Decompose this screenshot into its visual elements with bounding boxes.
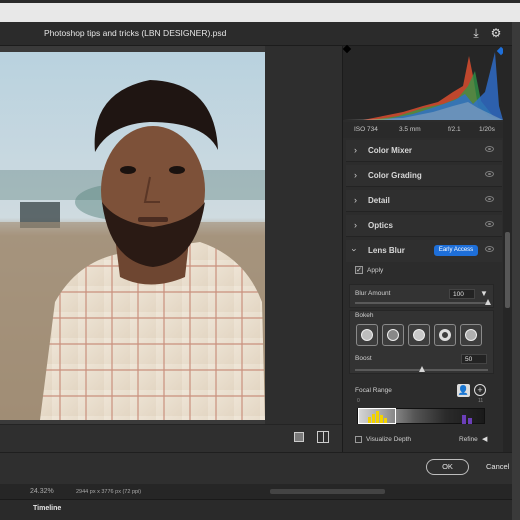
zoom-level[interactable]: 24.32%: [30, 488, 54, 495]
photo-preview: [0, 52, 265, 420]
section-label: Color Grading: [368, 171, 422, 180]
chevron-right-icon: ›: [354, 145, 357, 155]
timeline-title[interactable]: Timeline: [33, 505, 61, 512]
right-toolbar-edge: [512, 22, 520, 520]
chevron-right-icon: ›: [354, 195, 357, 205]
blur-amount-thumb[interactable]: [485, 299, 491, 305]
compare-toggle-icon[interactable]: [294, 432, 304, 442]
section-optics[interactable]: › Optics: [346, 215, 502, 237]
bokeh-cat-eye-button[interactable]: [460, 324, 482, 346]
chevron-right-icon: ›: [354, 170, 357, 180]
refine-label[interactable]: Refine: [459, 436, 478, 443]
bokeh-blade-button[interactable]: [408, 324, 430, 346]
section-label: Detail: [368, 196, 390, 205]
section-color-mixer[interactable]: › Color Mixer: [346, 140, 502, 162]
focal-range-max: 11: [478, 398, 484, 404]
section-detail[interactable]: › Detail: [346, 190, 502, 212]
canvas-empty-area: [265, 46, 342, 424]
chevron-right-icon: ›: [354, 220, 357, 230]
histogram: [343, 46, 503, 120]
horizontal-scrollbar[interactable]: [270, 489, 385, 494]
boost-thumb[interactable]: [419, 366, 425, 372]
blur-amount-input[interactable]: 100: [449, 289, 475, 299]
split-view-icon[interactable]: [317, 431, 329, 443]
top-strip: [0, 0, 520, 22]
subject-focus-icon[interactable]: 👤: [457, 384, 470, 397]
iso-value: ISO 734: [354, 126, 378, 133]
dialog-title: Photoshop tips and tricks (LBN DESIGNER)…: [44, 28, 227, 38]
eye-icon[interactable]: [485, 146, 494, 152]
save-icon[interactable]: ⤓: [469, 26, 483, 40]
section-label: Color Mixer: [368, 146, 413, 155]
apply-label: Apply: [367, 267, 384, 274]
ok-button[interactable]: OK: [426, 459, 469, 475]
cancel-button[interactable]: Cancel: [486, 462, 509, 471]
bokeh-circle-button[interactable]: [356, 324, 378, 346]
focal-range-label: Focal Range: [355, 387, 392, 394]
blur-amount-menu-icon[interactable]: ▼: [480, 289, 488, 298]
bokeh-circle-icon: [361, 329, 373, 341]
canvas-toolbar: [0, 424, 342, 452]
shutter-value: 1/20s: [479, 126, 495, 133]
crosshair-icon[interactable]: +: [474, 384, 486, 396]
blur-amount-label: Blur Amount: [355, 290, 391, 297]
bokeh-blade-icon: [413, 329, 425, 341]
top-strip-edge: [0, 0, 520, 3]
apply-checkbox[interactable]: ✓: [355, 266, 363, 274]
eye-icon[interactable]: [485, 171, 494, 177]
aperture-value: f/2.1: [448, 126, 461, 133]
section-label: Lens Blur: [368, 246, 405, 255]
photo-metadata: ISO 734 3.5 mm f/2.1 1/20s: [343, 122, 503, 138]
section-color-grading[interactable]: › Color Grading: [346, 165, 502, 187]
focal-range-min: 0: [357, 398, 360, 404]
eye-icon[interactable]: [485, 196, 494, 202]
boost-label: Boost: [355, 355, 372, 362]
status-bar: 24.32% 2944 px x 3776 px (72 ppi): [0, 484, 512, 499]
gear-icon[interactable]: ⚙: [489, 26, 503, 40]
visualize-depth-checkbox[interactable]: [355, 436, 362, 443]
bokeh-ring-button[interactable]: [434, 324, 456, 346]
blur-amount-track[interactable]: [355, 302, 488, 304]
bokeh-label: Bokeh: [355, 312, 374, 319]
document-info: 2944 px x 3776 px (72 ppi): [76, 489, 142, 495]
chevron-down-icon: ›: [349, 248, 360, 252]
panel-scrollbar-thumb[interactable]: [505, 232, 510, 308]
section-lens-blur[interactable]: › Lens Blur: [346, 240, 502, 262]
timeline-panel: Timeline: [0, 499, 512, 520]
bokeh-bubble-button[interactable]: [382, 324, 404, 346]
bokeh-ring-icon: [439, 329, 451, 341]
eye-icon[interactable]: [485, 221, 494, 227]
eye-icon[interactable]: [485, 246, 494, 252]
bokeh-cat-eye-icon: [465, 329, 477, 341]
section-label: Optics: [368, 221, 393, 230]
early-access-badge: Early Access: [434, 245, 478, 256]
bokeh-bubble-icon: [387, 329, 399, 341]
visualize-depth-label: Visualize Depth: [366, 436, 412, 443]
boost-input[interactable]: 50: [461, 354, 487, 364]
caret-left-icon[interactable]: ◀: [482, 435, 487, 443]
focal-length-value: 3.5 mm: [399, 126, 421, 133]
focal-range-selection[interactable]: [358, 408, 396, 424]
